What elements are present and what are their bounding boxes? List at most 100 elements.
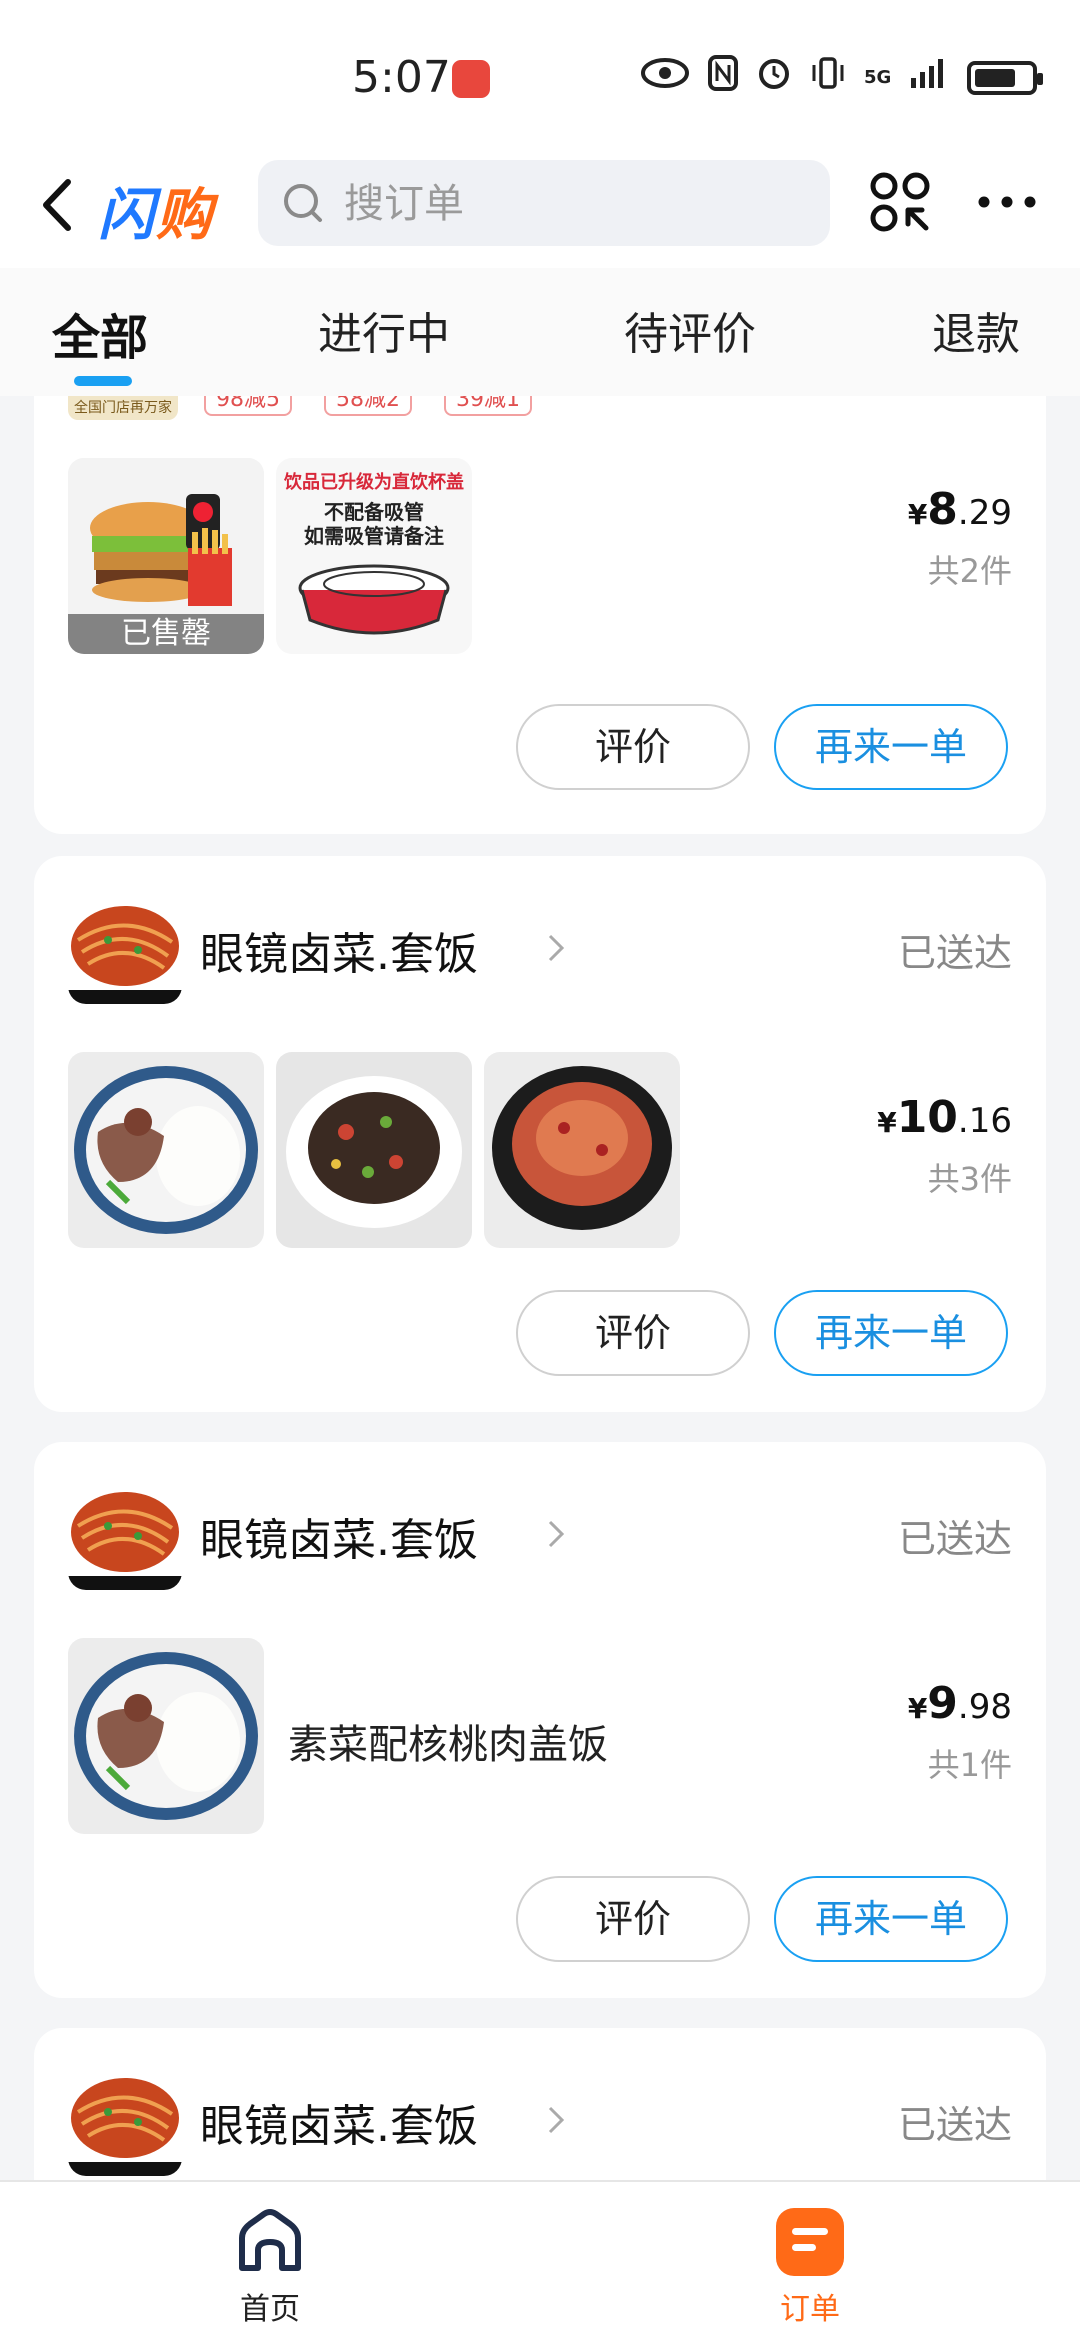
item-count: 共3件 — [927, 1160, 1012, 1198]
order-price: ¥8.29 — [908, 484, 1012, 535]
search-input[interactable] — [342, 160, 816, 248]
currency-symbol: ¥ — [907, 1692, 928, 1725]
tab-all[interactable]: 全部 — [52, 298, 148, 368]
vibrate-icon — [810, 55, 846, 102]
drink-notice-line: 如需吸管请备注 — [304, 524, 444, 548]
drink-notice-title: 饮品已升级为直饮杯盖 — [284, 472, 464, 493]
currency-symbol: ¥ — [907, 498, 928, 531]
status-time: 5:07 — [352, 52, 451, 103]
nfc-icon — [708, 54, 738, 102]
stir-fry-image — [276, 1052, 472, 1248]
noodle-dish-image — [68, 1476, 182, 1590]
tab-active-indicator — [74, 376, 132, 386]
item-name: 素菜配核桃肉盖饭 — [288, 1722, 608, 1768]
product-image-beef-rice[interactable] — [68, 1638, 264, 1834]
store-name[interactable]: 眼镜卤菜.套饭 — [200, 2090, 478, 2154]
price-integer: 8 — [927, 484, 958, 535]
reorder-button[interactable]: 再来一单 — [774, 1290, 1008, 1376]
scan-icon — [870, 172, 930, 232]
noodle-dish-image — [68, 2062, 182, 2176]
order-card[interactable]: 眼镜卤菜.套饭 已送达 素菜配核桃肉盖饭 ¥9.98 共1件 评价 再来一单 — [34, 1442, 1046, 1998]
store-row[interactable]: 眼镜卤菜.套饭 已送达 — [68, 890, 1012, 1006]
chevron-right-icon — [548, 934, 565, 962]
nav-home[interactable]: 首页 — [200, 2204, 340, 2328]
reorder-button[interactable]: 再来一单 — [774, 704, 1008, 790]
tab-to-review[interactable]: 待评价 — [624, 298, 756, 362]
status-icons: 5G — [640, 54, 1044, 102]
store-avatar — [68, 2062, 182, 2176]
store-avatar — [68, 1476, 182, 1590]
home-icon — [232, 2204, 308, 2280]
item-count: 共2件 — [927, 552, 1012, 590]
logo-char-2: 购 — [156, 183, 214, 248]
order-price: ¥9.98 — [908, 1678, 1012, 1729]
order-card[interactable]: 全国门店再万家 98减5 58减2 39减1 已售罄 饮品已升级为直饮杯盖 不配 — [34, 396, 1046, 834]
sold-out-badge: 已售罄 — [68, 614, 264, 654]
beef-rice-image — [68, 1638, 264, 1834]
eye-icon — [640, 56, 690, 101]
store-row[interactable]: 眼镜卤菜.套饭 已送达 — [68, 2062, 1012, 2178]
order-tabs: 全部 进行中 待评价 退款 — [0, 268, 1080, 396]
store-avatar — [68, 890, 182, 1004]
braised-dish-image — [484, 1052, 680, 1248]
order-card[interactable]: 眼镜卤菜.套饭 已送达 — [34, 2028, 1046, 2180]
product-image-burger-combo[interactable]: 已售罄 — [68, 458, 264, 654]
store-row[interactable]: 眼镜卤菜.套饭 已送达 — [68, 1476, 1012, 1592]
search-icon — [284, 184, 322, 222]
product-image-beef-rice[interactable] — [68, 1052, 264, 1248]
rate-button[interactable]: 评价 — [516, 1290, 750, 1376]
nav-orders[interactable]: 订单 — [740, 2204, 880, 2328]
order-status: 已送达 — [897, 1517, 1012, 1561]
chevron-right-icon — [548, 1520, 565, 1548]
huawei-app-icon — [452, 60, 490, 98]
reorder-button[interactable]: 再来一单 — [774, 1876, 1008, 1962]
rate-button[interactable]: 评价 — [516, 704, 750, 790]
currency-symbol: ¥ — [877, 1106, 897, 1139]
promo-store-badge: 全国门店再万家 — [68, 396, 178, 420]
promo-row: 全国门店再万家 98减5 58减2 39减1 — [68, 396, 628, 420]
price-integer: 9 — [927, 1678, 958, 1729]
nav-home-label: 首页 — [240, 2292, 300, 2327]
more-button[interactable] — [972, 170, 1042, 234]
item-count: 共1件 — [927, 1746, 1012, 1784]
signal-icon — [909, 56, 949, 101]
shangou-logo: 闪购 — [98, 170, 214, 251]
store-name[interactable]: 眼镜卤菜.套饭 — [200, 1504, 478, 1568]
chevron-right-icon — [548, 2106, 565, 2134]
order-price: ¥10.16 — [877, 1092, 1012, 1143]
scan-button[interactable] — [868, 170, 932, 234]
noodle-dish-image — [68, 890, 182, 1004]
product-image-stir-fry[interactable] — [276, 1052, 472, 1248]
price-decimal: .29 — [957, 493, 1012, 533]
back-button[interactable] — [28, 170, 88, 240]
price-decimal: .98 — [957, 1687, 1012, 1727]
top-app-bar: 闪购 — [0, 150, 1080, 268]
bottom-nav: 首页 订单 — [0, 2180, 1080, 2342]
tab-in-progress[interactable]: 进行中 — [318, 298, 450, 362]
order-status: 已送达 — [897, 931, 1012, 975]
promo-tag: 39减1 — [444, 396, 532, 416]
store-name[interactable]: 眼镜卤菜.套饭 — [200, 918, 478, 982]
price-decimal: .16 — [957, 1101, 1012, 1141]
order-status: 已送达 — [897, 2103, 1012, 2147]
order-list[interactable]: 全国门店再万家 98减5 58减2 39减1 已售罄 饮品已升级为直饮杯盖 不配 — [0, 396, 1080, 2180]
beef-rice-image — [68, 1052, 264, 1248]
tab-refund[interactable]: 退款 — [932, 298, 1020, 362]
alarm-icon — [756, 55, 792, 102]
rate-button[interactable]: 评价 — [516, 1876, 750, 1962]
promo-tag: 98减5 — [204, 396, 292, 416]
product-image-drink-lid[interactable]: 饮品已升级为直饮杯盖 不配备吸管 如需吸管请备注 — [276, 458, 472, 654]
product-image-braised-dish[interactable] — [484, 1052, 680, 1248]
cup-lid-image — [298, 564, 450, 635]
order-card[interactable]: 眼镜卤菜.套饭 已送达 ¥10.16 共3件 评价 再来一单 — [34, 856, 1046, 1412]
battery-icon — [967, 61, 1044, 95]
orders-icon — [772, 2204, 848, 2280]
chevron-left-icon — [43, 179, 71, 231]
logo-char-1: 闪 — [98, 183, 156, 248]
price-integer: 10 — [896, 1092, 958, 1143]
nav-orders-label: 订单 — [780, 2292, 840, 2327]
order-search-bar[interactable] — [258, 160, 830, 248]
status-bar: 5:07 5G — [0, 0, 1080, 150]
network-label: 5G — [864, 67, 892, 88]
promo-tag: 58减2 — [324, 396, 412, 416]
